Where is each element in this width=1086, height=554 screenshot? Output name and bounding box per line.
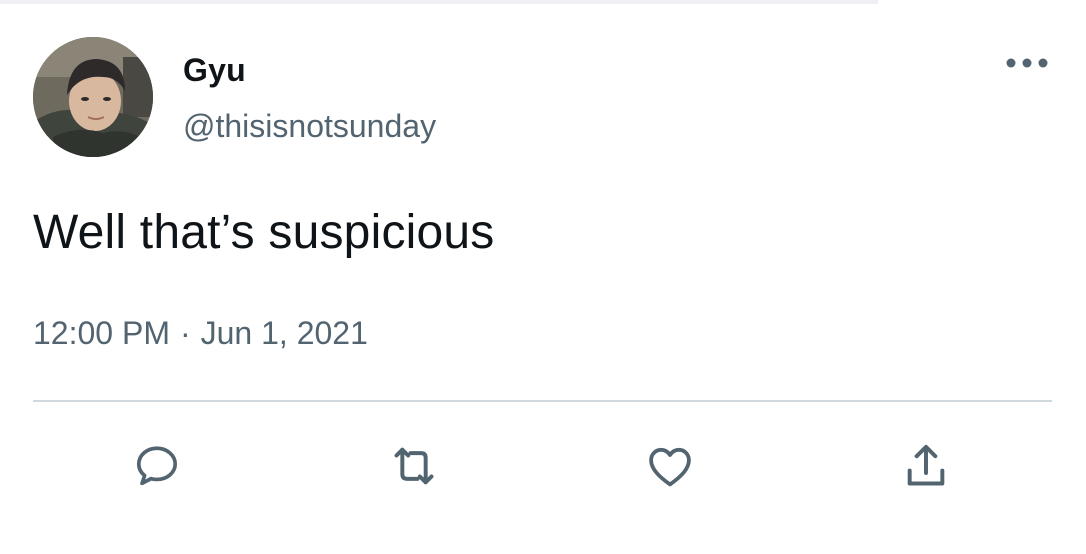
tweet-meta: 12:00 PM · Jun 1, 2021 [33, 315, 368, 352]
divider [33, 400, 1052, 402]
more-options-button[interactable] [1002, 50, 1052, 76]
tweet-date[interactable]: Jun 1, 2021 [201, 315, 368, 352]
like-icon [649, 447, 691, 487]
like-button[interactable] [640, 436, 700, 496]
meta-separator: · [179, 315, 191, 351]
tweet-time[interactable]: 12:00 PM [33, 315, 170, 352]
more-options-icon [1006, 58, 1048, 68]
avatar[interactable] [33, 37, 153, 157]
retweet-button[interactable] [384, 436, 444, 496]
reply-button[interactable] [127, 436, 187, 496]
tweet-text: Well that’s suspicious [33, 206, 495, 259]
retweet-icon [394, 447, 434, 485]
avatar-photo [33, 37, 153, 157]
top-edge [0, 0, 878, 4]
share-icon [907, 444, 945, 486]
share-button[interactable] [896, 436, 956, 496]
reply-icon [136, 446, 178, 486]
display-name[interactable]: Gyu [183, 52, 246, 89]
user-handle[interactable]: @thisisnotsunday [183, 108, 436, 145]
